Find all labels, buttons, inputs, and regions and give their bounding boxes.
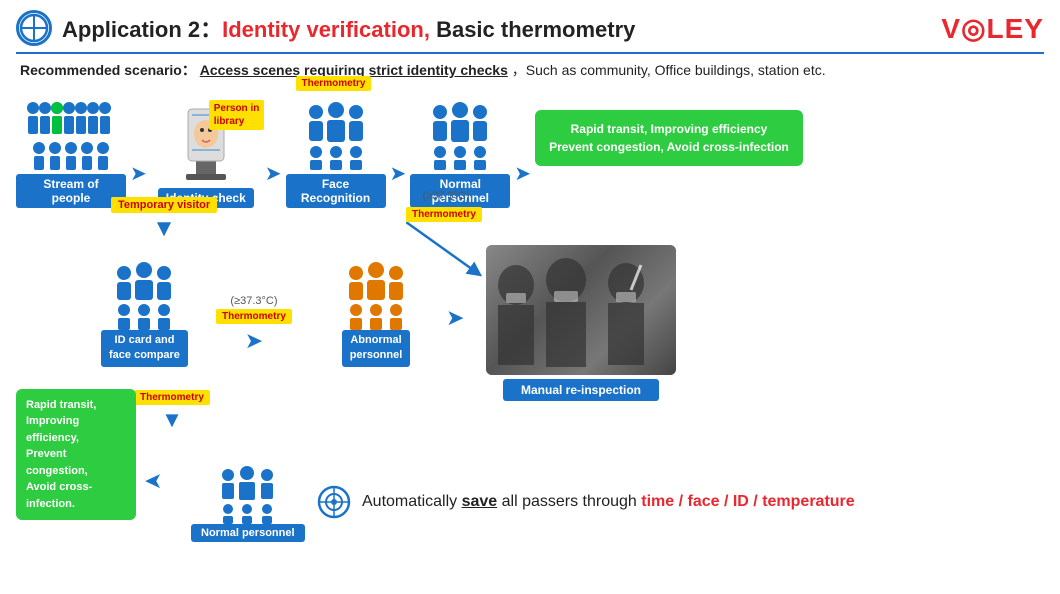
people-stream-icon bbox=[21, 90, 121, 170]
people-normal-bottom-icon bbox=[210, 459, 285, 524]
footer: Automatically save all passers through t… bbox=[316, 484, 855, 520]
footer-save: save bbox=[462, 493, 498, 510]
title-prefix: Application 2： bbox=[62, 17, 222, 42]
green-box-top: Rapid transit, Improving efficiencyPreve… bbox=[535, 110, 803, 166]
down-arrow-visitor: ▼ bbox=[111, 215, 217, 243]
temp-visitor-section: Temporary visitor ▼ bbox=[111, 195, 217, 243]
header-left: Application 2：Identity verification, Bas… bbox=[16, 10, 635, 46]
footer-mid: all passers through bbox=[497, 493, 641, 510]
flow-stream: Stream of people bbox=[16, 90, 126, 208]
normal-bottom-label: Normal personnel bbox=[191, 524, 305, 542]
id-card-section: ID card andface compare bbox=[101, 255, 188, 367]
stream-label: Stream of people bbox=[16, 174, 126, 208]
abnormal-section: Abnormalpersonnel bbox=[336, 255, 416, 367]
abnormal-label: Abnormalpersonnel bbox=[342, 330, 411, 367]
logo: V◎LEY bbox=[941, 12, 1044, 45]
scenario-bar: Recommended scenario： Access scenes requ… bbox=[16, 60, 1044, 80]
footer-highlights: time / face / ID / temperature bbox=[641, 493, 854, 510]
photo-silhouettes bbox=[486, 245, 676, 375]
manual-section: Manual re-inspection bbox=[486, 245, 676, 401]
temp-label-diag: (≥37.3°C) bbox=[406, 190, 486, 202]
arrow-4: ➤ bbox=[512, 161, 533, 186]
people-face-icon bbox=[296, 90, 376, 170]
down-arrow-bottom: ▼ bbox=[161, 407, 183, 433]
thermometry-mid-badge: Thermometry bbox=[216, 309, 292, 324]
arrow-left-bottom: ➤ bbox=[144, 468, 162, 494]
flow-identity: Person inlibrary Identity check bbox=[151, 104, 261, 208]
scenario-suffix: ，Such as community, Office buildings, st… bbox=[512, 62, 826, 78]
thermometry-diag-badge: Thermometry bbox=[406, 207, 482, 222]
scenario-label: Recommended scenario： bbox=[20, 62, 196, 78]
id-card-label: ID card andface compare bbox=[101, 330, 188, 367]
manual-label: Manual re-inspection bbox=[503, 379, 659, 401]
app-icon bbox=[16, 10, 52, 46]
thermometry-badge-top: Thermometry bbox=[296, 76, 372, 91]
footer-text: Automatically save all passers through t… bbox=[362, 493, 855, 511]
arrow-to-manual: ➤ bbox=[446, 305, 464, 331]
face-label: Face Recognition bbox=[286, 174, 386, 208]
header: Application 2：Identity verification, Bas… bbox=[16, 10, 1044, 54]
manual-photo bbox=[486, 245, 676, 375]
id-card-icon bbox=[104, 255, 184, 330]
page: Application 2：Identity verification, Bas… bbox=[0, 0, 1060, 594]
people-normal-icon bbox=[420, 90, 500, 170]
flow-face: Thermometry Face Recognition bbox=[286, 90, 386, 208]
thermometry-bottom-badge: Thermometry bbox=[134, 390, 210, 405]
normal-bottom-section: Normal personnel bbox=[191, 459, 305, 542]
header-title: Application 2：Identity verification, Bas… bbox=[62, 12, 635, 44]
id-to-abnormal: (≥37.3°C) Thermometry ➤ bbox=[216, 295, 292, 354]
diagonal-arrow-svg bbox=[406, 222, 486, 282]
footer-prefix: Automatically bbox=[362, 493, 462, 510]
temp-visitor-badge: Temporary visitor bbox=[111, 197, 217, 213]
abnormal-people-icon bbox=[336, 255, 416, 330]
arrow-2: ➤ bbox=[263, 161, 284, 186]
thermometry-below-id: Thermometry ▼ bbox=[134, 390, 210, 433]
diagonal-section: (≥37.3°C) Thermometry bbox=[406, 190, 486, 282]
green-box-bottom: Rapid transit,Improving efficiency,Preve… bbox=[16, 389, 136, 521]
arrow-right-mid: ➤ bbox=[245, 328, 263, 354]
title-suffix: Basic thermometry bbox=[430, 17, 635, 42]
temp-label-mid: (≥37.3°C) bbox=[230, 295, 277, 307]
arrow-1: ➤ bbox=[128, 161, 149, 186]
title-highlight: Identity verification, bbox=[222, 17, 430, 42]
arrow-3: ➤ bbox=[388, 161, 409, 186]
person-in-library-badge: Person inlibrary bbox=[209, 100, 265, 130]
footer-icon bbox=[316, 484, 352, 520]
